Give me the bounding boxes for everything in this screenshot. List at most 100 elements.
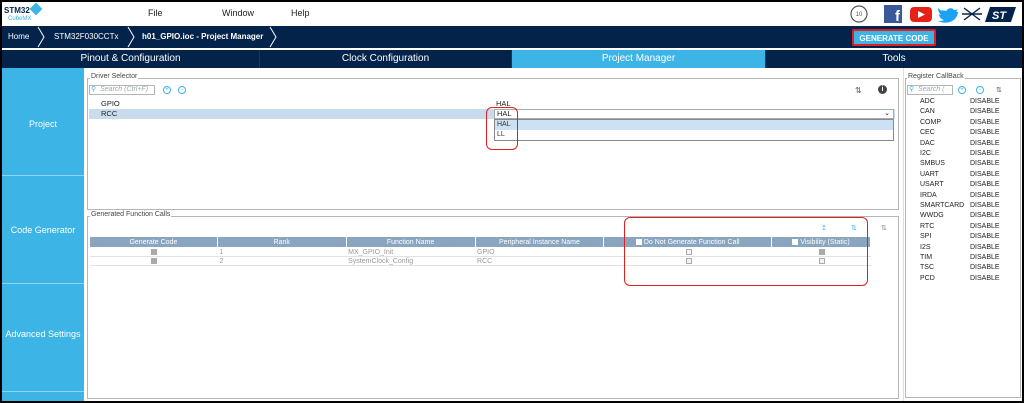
twitter-icon[interactable] — [938, 8, 958, 23]
main-tabs: Pinout & Configuration Clock Configurati… — [2, 50, 1022, 68]
chevron-right-icon — [127, 26, 135, 48]
menu-file[interactable]: File — [148, 8, 163, 18]
column-header[interactable]: Peripheral Instance Name — [474, 236, 605, 248]
generate-code-checkbox[interactable] — [151, 248, 158, 255]
register-value[interactable]: DISABLE — [970, 222, 1000, 232]
expand-all-icon[interactable]: + — [958, 86, 966, 94]
driver-select[interactable]: HAL ⌄ — [494, 109, 894, 119]
register-value[interactable]: DISABLE — [970, 211, 1000, 221]
chevron-down-icon[interactable]: ⌄ — [884, 109, 890, 119]
tab-pinout[interactable]: Pinout & Configuration — [2, 50, 260, 68]
generate-code-button[interactable]: GENERATE CODE — [852, 29, 936, 46]
register-name: DAC — [920, 139, 935, 147]
register-value[interactable]: DISABLE — [970, 253, 1000, 263]
register-callback-row[interactable]: TSC DISABLE — [904, 263, 1022, 273]
info-icon[interactable]: i — [878, 85, 887, 94]
sort-icon[interactable]: ⇅ — [996, 86, 1002, 94]
anniversary-icon[interactable]: 10 — [850, 5, 868, 23]
app-window: STM32 CubeMX File Window Help 10 f ST Ho… — [2, 2, 1022, 401]
register-value[interactable]: DISABLE — [970, 97, 1000, 107]
sidebar-item-label: Advanced Settings — [5, 329, 81, 339]
breadcrumb-project[interactable]: h01_GPIO.ioc - Project Manager — [136, 26, 272, 48]
register-value[interactable]: DISABLE — [970, 170, 1000, 180]
svg-text:10: 10 — [856, 12, 863, 18]
sort-icon[interactable]: ⇅ — [855, 86, 862, 95]
register-name: TSC — [920, 264, 934, 272]
register-callback-row[interactable]: USART DISABLE — [904, 180, 1022, 190]
menu-help[interactable]: Help — [291, 8, 310, 18]
register-value[interactable]: DISABLE — [970, 191, 1000, 201]
dropdown-highlight — [486, 107, 518, 150]
svg-text:ST: ST — [992, 10, 1007, 22]
register-callback-row[interactable]: DAC DISABLE — [904, 139, 1022, 149]
register-callback-row[interactable]: I2S DISABLE — [904, 243, 1022, 253]
register-search-input[interactable]: ⚲ Search ( — [907, 85, 953, 95]
register-value[interactable]: DISABLE — [970, 107, 1000, 117]
sidebar-item-label: Code Generator — [10, 225, 76, 235]
register-value[interactable]: DISABLE — [970, 243, 1000, 253]
menu-window[interactable]: Window — [222, 8, 254, 18]
function-name-cell: MX_GPIO_Init — [346, 247, 476, 257]
sidebar-item-advanced-settings[interactable]: Advanced Settings — [2, 284, 84, 392]
driver-search-input[interactable]: ⚲ Search (Ctrl+F) — [89, 85, 155, 95]
register-value[interactable]: DISABLE — [970, 149, 1000, 159]
column-header[interactable]: Rank — [216, 236, 347, 248]
register-callback-row[interactable]: SMBUS DISABLE — [904, 159, 1022, 169]
register-callback-row[interactable]: ADC DISABLE — [904, 97, 1022, 107]
tab-clock[interactable]: Clock Configuration — [260, 50, 512, 68]
register-callback-row[interactable]: UART DISABLE — [904, 170, 1022, 180]
dropdown-option-hal[interactable]: HAL — [495, 120, 893, 130]
register-name: I2S — [920, 243, 931, 251]
register-value[interactable]: DISABLE — [970, 274, 1000, 284]
register-callback-row[interactable]: PCD DISABLE — [904, 274, 1022, 284]
rank-cell: 2 — [217, 256, 347, 266]
register-callback-row[interactable]: COMP DISABLE — [904, 118, 1022, 128]
expand-all-icon[interactable]: + — [163, 86, 171, 94]
register-value[interactable]: DISABLE — [970, 201, 1000, 211]
register-callback-row[interactable]: CAN DISABLE — [904, 107, 1022, 117]
sort-icon[interactable]: ⇅ — [881, 224, 887, 232]
rank-cell: 1 — [217, 247, 347, 257]
register-value[interactable]: DISABLE — [970, 128, 1000, 138]
dropdown-option-ll[interactable]: LL — [495, 130, 893, 140]
register-value[interactable]: DISABLE — [970, 180, 1000, 190]
register-callback-row[interactable]: TIM DISABLE — [904, 253, 1022, 263]
register-name: COMP — [920, 118, 941, 126]
register-callback-row[interactable]: SMARTCARD DISABLE — [904, 201, 1022, 211]
column-header[interactable]: Function Name — [345, 236, 476, 248]
column-header[interactable]: Generate Code — [89, 236, 218, 248]
register-name: SPI — [920, 233, 932, 241]
logo-subtext: CubeMX — [8, 16, 32, 22]
sidebar-item-project[interactable]: Project — [2, 68, 84, 176]
tab-tools[interactable]: Tools — [766, 50, 1022, 68]
register-callback-row[interactable]: IRDA DISABLE — [904, 191, 1022, 201]
driver-name: GPIO — [101, 99, 120, 108]
register-name: SMBUS — [920, 160, 945, 168]
generate-code-checkbox[interactable] — [151, 257, 158, 264]
collapse-all-icon[interactable]: − — [976, 86, 984, 94]
register-callback-row[interactable]: CEC DISABLE — [904, 128, 1022, 138]
collapse-all-icon[interactable]: − — [178, 86, 186, 94]
menu-bar: STM32 CubeMX File Window Help 10 f ST — [2, 2, 1022, 26]
register-value[interactable]: DISABLE — [970, 232, 1000, 242]
network-icon[interactable] — [962, 7, 982, 21]
register-callback-row[interactable]: RTC DISABLE — [904, 222, 1022, 232]
facebook-icon[interactable]: f — [884, 5, 902, 24]
register-value[interactable]: DISABLE — [970, 139, 1000, 149]
instance-cell: RCC — [475, 256, 604, 266]
tab-project-manager[interactable]: Project Manager — [512, 50, 766, 68]
breadcrumb-home[interactable]: Home — [2, 26, 38, 48]
youtube-icon[interactable] — [910, 7, 932, 22]
register-value[interactable]: DISABLE — [970, 118, 1000, 128]
register-value[interactable]: DISABLE — [970, 159, 1000, 169]
driver-name: RCC — [101, 109, 118, 118]
register-name: TIM — [920, 254, 933, 261]
st-logo-icon[interactable]: ST — [985, 7, 1016, 22]
register-value[interactable]: DISABLE — [970, 263, 1000, 273]
sidebar-item-code-generator[interactable]: Code Generator — [2, 176, 84, 284]
register-callback-row[interactable]: WWDG DISABLE — [904, 211, 1022, 221]
register-callback-row[interactable]: SPI DISABLE — [904, 232, 1022, 242]
stm32cubemx-logo: STM32 CubeMX — [4, 2, 48, 25]
breadcrumb-mcu[interactable]: STM32F030CCTx — [48, 26, 126, 48]
register-callback-row[interactable]: I2C DISABLE — [904, 149, 1022, 159]
